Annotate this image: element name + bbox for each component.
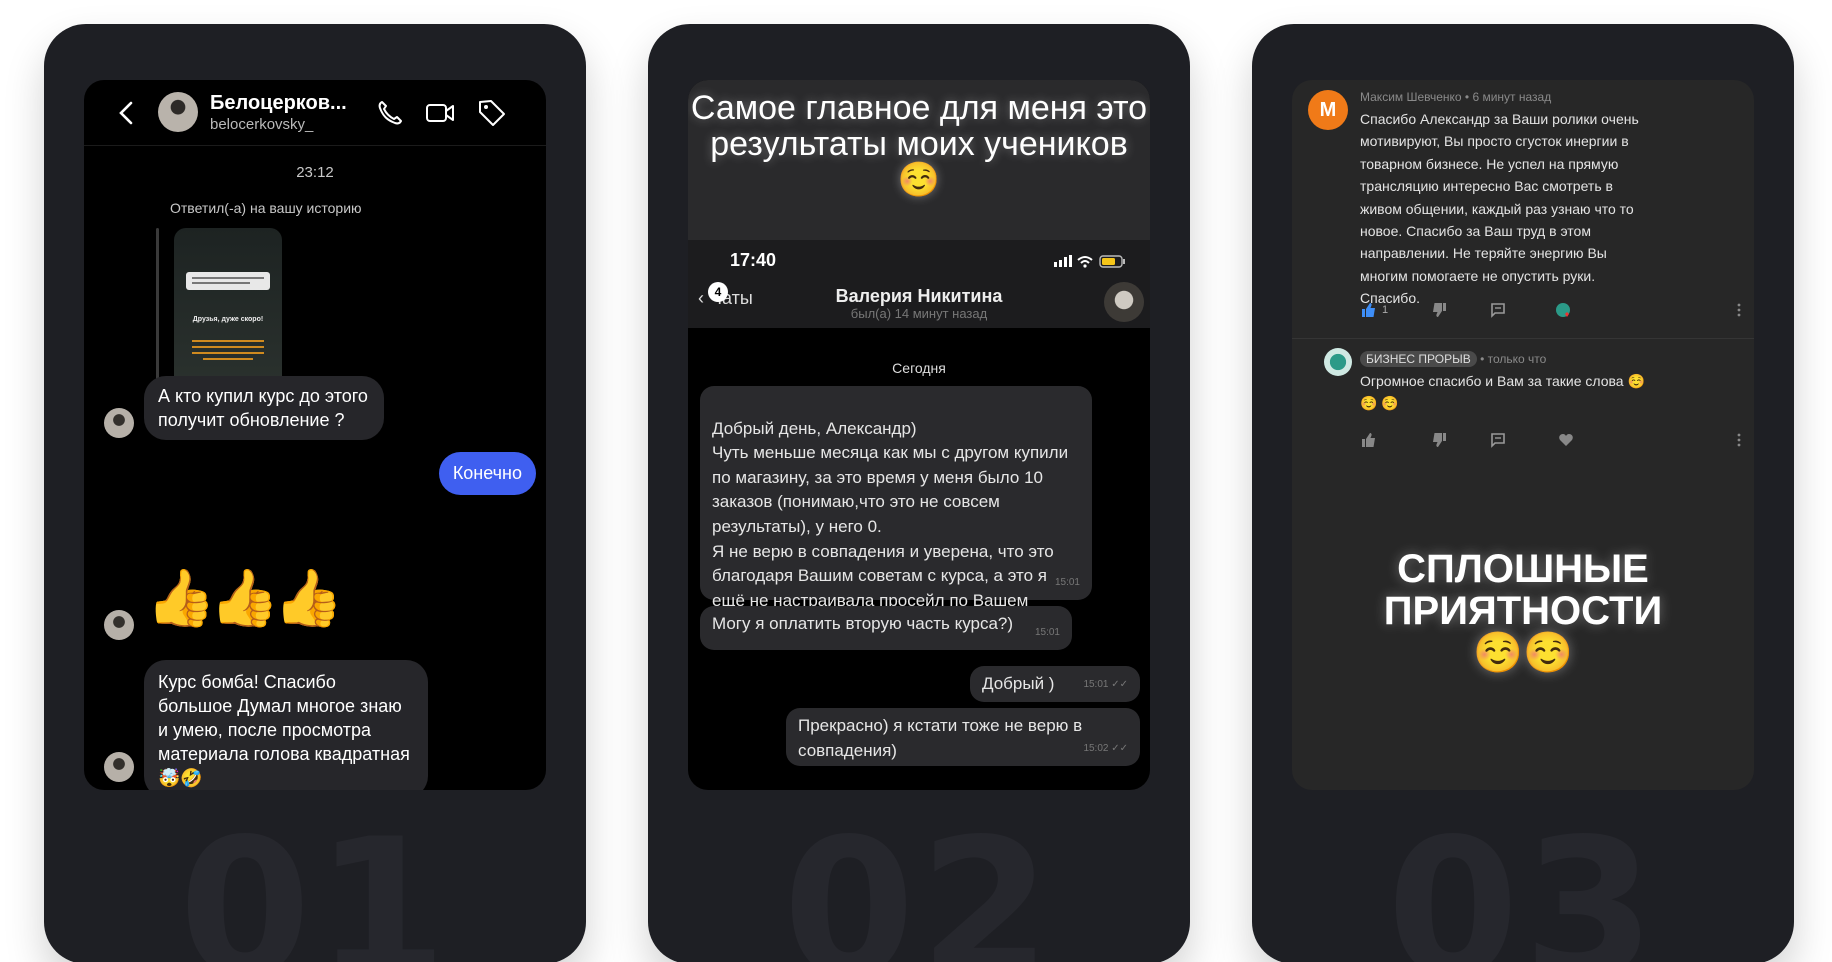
youtube-comments-screenshot: M Максим Шевченко • 6 минут назад Спасиб… xyxy=(1292,80,1754,790)
more-options-icon[interactable] xyxy=(1736,432,1742,448)
message-time: 15:01 xyxy=(1034,627,1060,639)
comment-meta: Максим Шевченко • 6 минут назад xyxy=(1360,90,1552,104)
message-time: 15:01 xyxy=(1054,577,1080,589)
back-arrow-icon[interactable] xyxy=(114,100,140,126)
like-icon[interactable] xyxy=(1360,432,1376,448)
avatar[interactable]: M xyxy=(1308,90,1348,130)
contact-status: был(а) 14 минут назад xyxy=(850,306,988,321)
incoming-message: А кто купил курс до этого получит обновл… xyxy=(144,376,384,440)
avatar xyxy=(104,752,134,782)
thumbs-up-emoji-message: 👍👍👍 xyxy=(146,566,343,629)
caption-text: СПЛОШНЫЕ ПРИЯТНОСТИ ☺️☺️ xyxy=(1383,547,1663,675)
avatar[interactable] xyxy=(158,92,198,132)
story-text-line xyxy=(192,346,264,348)
avatar[interactable] xyxy=(1324,348,1352,376)
contact-name: Белоцерков... xyxy=(210,92,347,114)
status-clock: 17:40 xyxy=(730,250,777,270)
incoming-message: Могу я оплатить вторую часть курса?) 15:… xyxy=(700,606,1072,650)
comment-text: Огромное спасибо и Вам за такие слова ☺️… xyxy=(1360,373,1645,412)
quote-banner: Самое главное для меня это результаты мо… xyxy=(688,80,1150,240)
contact-handle: belocerkovsky_ xyxy=(210,116,314,133)
comment-actions: 1 xyxy=(1360,302,1741,320)
story-text-box xyxy=(186,272,270,290)
message-text: Добрый ) xyxy=(982,674,1055,693)
tag-icon[interactable] xyxy=(476,97,508,129)
like-count: 1 xyxy=(1382,304,1389,316)
message-time: 15:02 ✓✓ xyxy=(1083,743,1128,755)
message-text: Прекрасно) я кстати тоже не верю в совпа… xyxy=(798,716,1083,760)
comment-meta: БИЗНЕС ПРОРЫВ • только что xyxy=(1360,351,1547,367)
card-number: 02 xyxy=(782,798,1056,962)
message-text: Добрый день, Александр) Чуть меньше меся… xyxy=(712,418,1069,635)
like-icon[interactable] xyxy=(1360,302,1376,318)
dislike-icon[interactable] xyxy=(1432,302,1448,318)
heart-icon[interactable] xyxy=(1558,432,1574,448)
story-text-line xyxy=(192,352,264,354)
testimonial-card-3: 03 M Максим Шевченко • 6 минут назад Спа… xyxy=(1252,24,1794,962)
instagram-dm-screenshot: Белоцерков... belocerkovsky_ 23:12 Ответ… xyxy=(84,80,546,790)
date-separator: Сегодня xyxy=(892,360,946,376)
message-timestamp: 23:12 xyxy=(296,164,334,181)
message-text: Могу я оплатить вторую часть курса?) xyxy=(712,614,1014,633)
telegram-chat-screenshot: Самое главное для меня это результаты мо… xyxy=(688,80,1150,790)
outgoing-message: Добрый ) 15:01 ✓✓ xyxy=(970,666,1140,702)
incoming-message: Курс бомба! Спасибо большое Думал многое… xyxy=(144,660,428,790)
contact-name[interactable]: Валерия Никитина xyxy=(688,286,1150,307)
story-reply-label: Ответил(-а) на вашу историю xyxy=(170,200,362,216)
outgoing-message: Конечно xyxy=(438,452,536,495)
outgoing-message: Прекрасно) я кстати тоже не верю в совпа… xyxy=(786,708,1140,766)
reply-icon[interactable] xyxy=(1490,432,1506,448)
quote-text: Самое главное для меня это результаты мо… xyxy=(690,89,1148,199)
comment-text: Спасибо Александр за Ваши ролики очень м… xyxy=(1360,111,1639,307)
channel-badge: БИЗНЕС ПРОРЫВ xyxy=(1360,351,1477,367)
comment-time: • только что xyxy=(1480,352,1547,366)
story-text-line xyxy=(203,358,253,360)
message-time: 15:01 ✓✓ xyxy=(1083,679,1128,691)
phone-icon[interactable] xyxy=(374,97,406,129)
story-title: Друзья, дуже скоро! xyxy=(192,316,264,323)
testimonial-card-1: 01 Белоцерков... belocerkovsky_ 23:12 От… xyxy=(44,24,586,962)
dislike-icon[interactable] xyxy=(1432,432,1448,448)
dm-header: Белоцерков... belocerkovsky_ xyxy=(84,80,546,146)
card-number: 01 xyxy=(178,798,452,962)
signal-wifi-battery-icon xyxy=(1054,255,1125,268)
incoming-message: Добрый день, Александр) Чуть меньше меся… xyxy=(700,386,1092,634)
creator-heart-icon[interactable] xyxy=(1554,302,1572,318)
reply-icon[interactable] xyxy=(1490,302,1506,318)
divider xyxy=(1292,338,1754,339)
video-call-icon[interactable] xyxy=(424,97,456,129)
testimonial-card-2: 02 Самое главное для меня это результаты… xyxy=(648,24,1190,962)
story-text-line xyxy=(192,340,264,342)
avatar xyxy=(104,408,134,438)
card-number: 03 xyxy=(1386,798,1660,962)
more-options-icon[interactable] xyxy=(1736,302,1742,318)
chat-header: 17:40 ‹ Чаты 4 Валерия Никитина был(а) 14… xyxy=(688,240,1150,328)
avatar[interactable] xyxy=(1104,282,1144,322)
comment-actions xyxy=(1360,432,1741,450)
avatar xyxy=(104,610,134,640)
